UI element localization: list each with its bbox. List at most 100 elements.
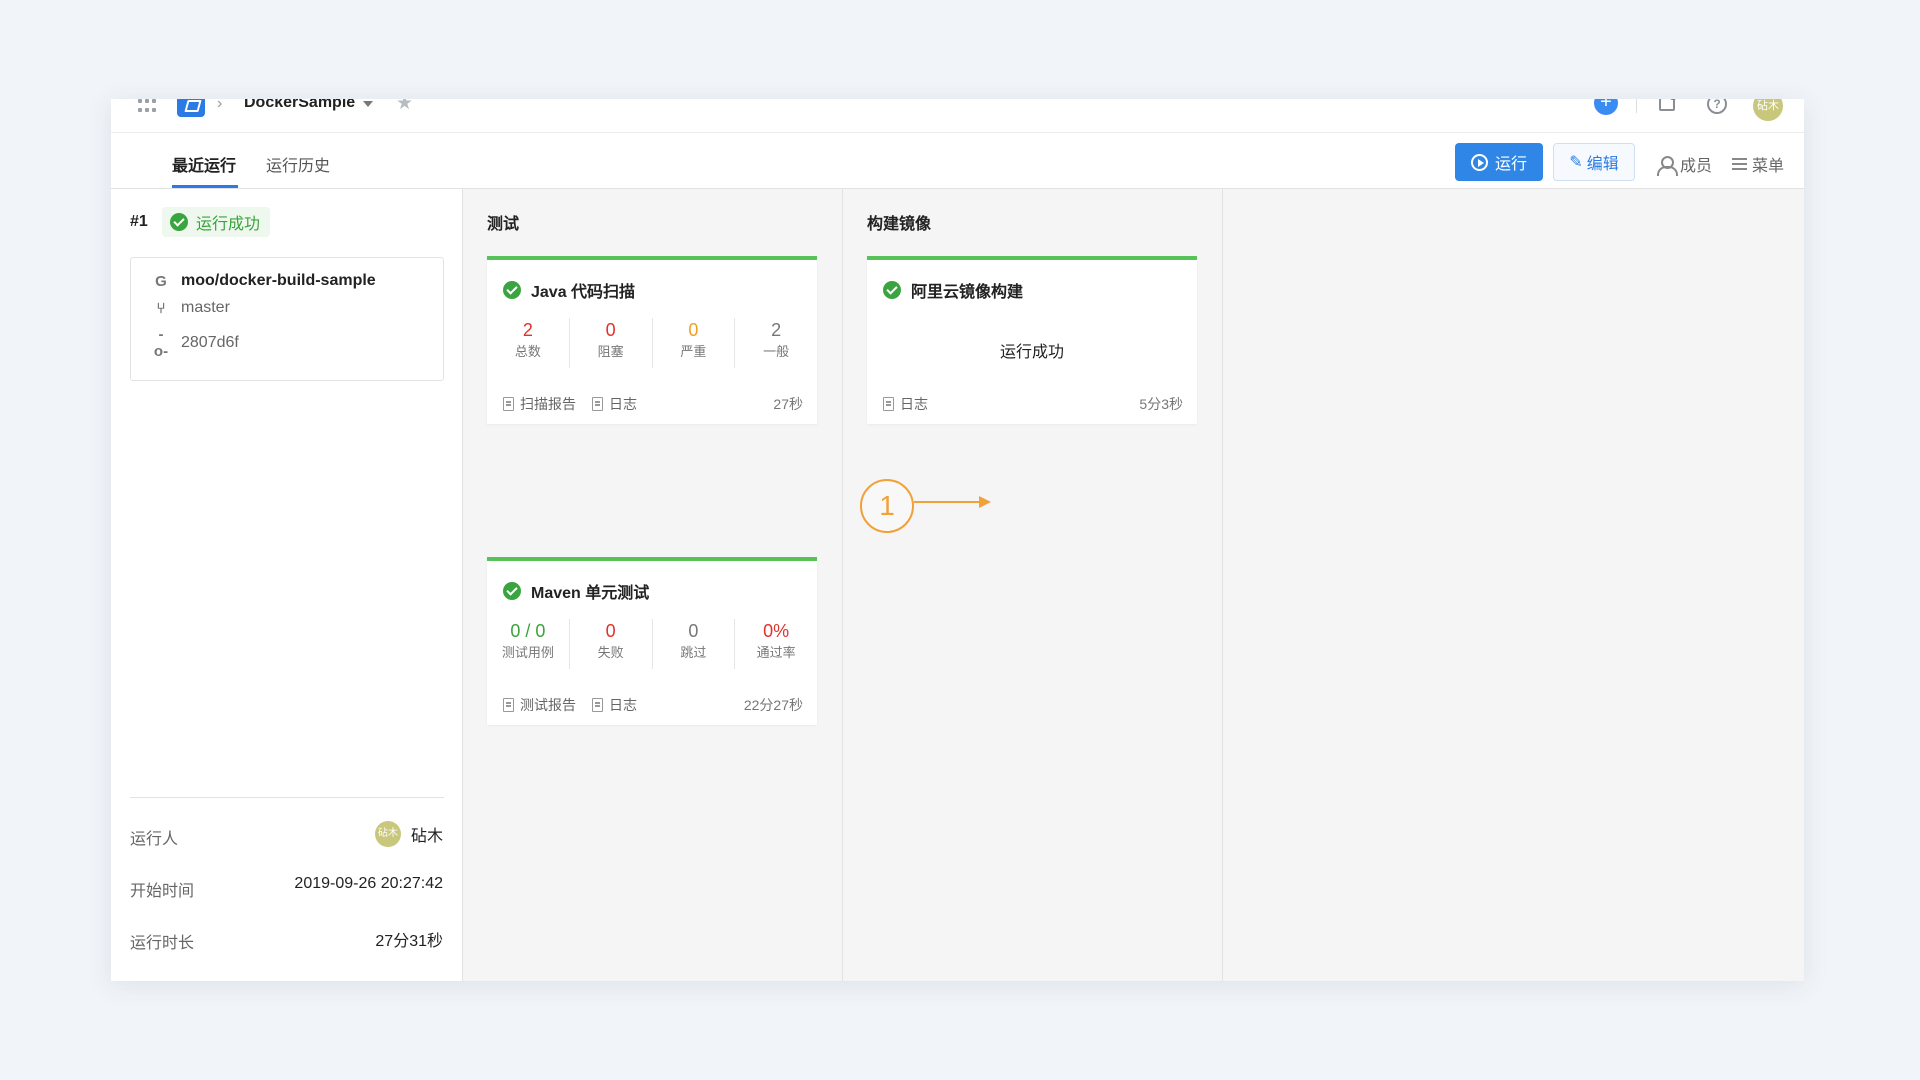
logo-icon[interactable] [177, 99, 205, 117]
stat-label: 总数 [514, 344, 541, 359]
success-check-icon [503, 582, 521, 600]
stat-value: 2 [771, 320, 782, 340]
branch-name: master [181, 299, 230, 316]
commit-row: -o- 2807d6f [153, 326, 239, 360]
stat-label: 严重 [680, 344, 707, 359]
success-check-icon [503, 281, 521, 299]
top-bar: › DockerSample ★ + ? 砧木 [111, 99, 1804, 133]
log-link[interactable]: 日志 [592, 394, 637, 414]
stat-label: 阻塞 [597, 344, 624, 359]
branch-row: ⑂ master [153, 299, 230, 317]
stat-value: 0 / 0 [510, 621, 546, 641]
status-text: 运行成功 [196, 216, 261, 233]
run-button-label: 运行 [1494, 156, 1527, 173]
tab-recent-runs[interactable]: 最近运行 [172, 152, 236, 176]
apps-icon[interactable] [138, 99, 156, 113]
success-check-icon [170, 213, 188, 231]
active-tab-indicator [172, 185, 238, 188]
avatar[interactable]: 砧木 [1753, 99, 1783, 121]
run-button[interactable]: 运行 [1455, 143, 1543, 181]
caret-down-icon[interactable] [363, 101, 373, 107]
link-label: 日志 [609, 697, 637, 713]
play-icon [1470, 153, 1488, 171]
job-card-java-scan[interactable]: Java 代码扫描 2 总数 0 阻塞 0 严重 2 一般 扫描报告 日志 27… [487, 256, 817, 424]
stat-test-cases: 0 / 0 测试用例 [487, 619, 570, 669]
menu-button[interactable]: 菜单 [1732, 152, 1784, 176]
bell-icon[interactable] [1659, 99, 1675, 111]
annotation-marker: 1 [860, 479, 914, 533]
stage-column-test: 测试 Java 代码扫描 2 总数 0 阻塞 0 严重 2 一般 扫描报告 日志… [463, 189, 843, 981]
stat-value: 0 [605, 621, 616, 641]
project-name[interactable]: DockerSample [244, 99, 355, 112]
link-label: 测试报告 [520, 697, 576, 713]
add-icon[interactable]: + [1594, 99, 1618, 115]
members-button[interactable]: 成员 [1657, 152, 1712, 176]
annotation-arrow [914, 501, 982, 503]
test-report-link[interactable]: 测试报告 [503, 695, 576, 715]
job-duration: 27秒 [773, 396, 803, 412]
job-header: 阿里云镜像构建 [883, 278, 1023, 302]
stat-label: 通过率 [756, 645, 796, 660]
job-status-text: 运行成功 [999, 344, 1064, 361]
star-icon[interactable]: ★ [396, 99, 413, 115]
log-icon [592, 698, 603, 712]
success-check-icon [883, 281, 901, 299]
link-label: 扫描报告 [520, 396, 576, 412]
chevron-right-icon: › [217, 99, 223, 112]
branch-icon: ⑂ [156, 299, 166, 317]
divider [1636, 99, 1637, 113]
log-link[interactable]: 日志 [883, 394, 928, 414]
members-button-label: 成员 [1680, 158, 1713, 175]
repo-name[interactable]: moo/docker-build-sample [181, 272, 376, 290]
runner-label: 运行人 [130, 831, 179, 848]
log-icon [592, 397, 603, 411]
job-card-maven-test[interactable]: Maven 单元测试 0 / 0 测试用例 0 失败 0 跳过 0% 通过率 测… [487, 557, 817, 725]
commit-hash[interactable]: 2807d6f [181, 334, 239, 352]
job-card-aliyun-build[interactable]: 阿里云镜像构建 运行成功 日志 5分3秒 [867, 256, 1197, 424]
report-icon [503, 397, 514, 411]
arrow-head-icon [979, 496, 991, 508]
job-name: Java 代码扫描 [531, 284, 636, 301]
edit-button[interactable]: ✎ 编辑 [1553, 143, 1635, 181]
job-name: 阿里云镜像构建 [911, 284, 1024, 301]
menu-button-label: 菜单 [1752, 158, 1785, 175]
log-link[interactable]: 日志 [592, 695, 637, 715]
stat-total: 2 总数 [487, 318, 570, 368]
stat-normal: 2 一般 [735, 318, 817, 368]
commit-icon: -o- [153, 326, 169, 360]
run-number: #1 [130, 213, 148, 230]
tab-bar: 最近运行 运行历史 运行 ✎ 编辑 成员 菜单 [111, 133, 1804, 189]
help-icon[interactable]: ? [1707, 99, 1727, 114]
stat-value: 0 [688, 320, 699, 340]
job-stats: 2 总数 0 阻塞 0 严重 2 一般 [487, 318, 817, 368]
stat-label: 跳过 [680, 645, 707, 660]
job-duration: 22分27秒 [743, 697, 803, 713]
stat-label: 测试用例 [501, 645, 554, 660]
repo-card: G moo/docker-build-sample ⑂ master -o- 2… [130, 257, 444, 381]
runner: 砧木 砧木 [374, 821, 443, 847]
person-icon [1657, 155, 1678, 176]
status-badge: 运行成功 [162, 207, 271, 237]
stat-critical: 0 严重 [653, 318, 736, 368]
git-repo-icon: G [155, 272, 167, 290]
log-icon [883, 397, 894, 411]
link-label: 日志 [609, 396, 637, 412]
start-time-value: 2019-09-26 20:27:42 [294, 875, 443, 892]
empty-canvas-area [1223, 189, 1804, 981]
run-summary-panel: #1 运行成功 G moo/docker-build-sample ⑂ mast… [111, 189, 463, 981]
stage-column-build-image: 构建镜像 阿里云镜像构建 运行成功 日志 5分3秒 [843, 189, 1223, 981]
runner-name: 砧木 [410, 828, 443, 845]
divider [130, 797, 444, 798]
stat-label: 失败 [597, 645, 624, 660]
stat-value: 0% [763, 621, 790, 641]
tab-run-history[interactable]: 运行历史 [266, 152, 330, 176]
job-stats: 0 / 0 测试用例 0 失败 0 跳过 0% 通过率 [487, 619, 817, 669]
scan-report-link[interactable]: 扫描报告 [503, 394, 576, 414]
job-header: Maven 单元测试 [503, 579, 649, 603]
stat-label: 一般 [763, 344, 790, 359]
job-header: Java 代码扫描 [503, 278, 635, 302]
start-time-label: 开始时间 [130, 883, 195, 900]
stat-value: 0 [605, 320, 616, 340]
job-footer: 日志 5分3秒 [883, 394, 1183, 414]
job-duration: 5分3秒 [1139, 396, 1183, 412]
